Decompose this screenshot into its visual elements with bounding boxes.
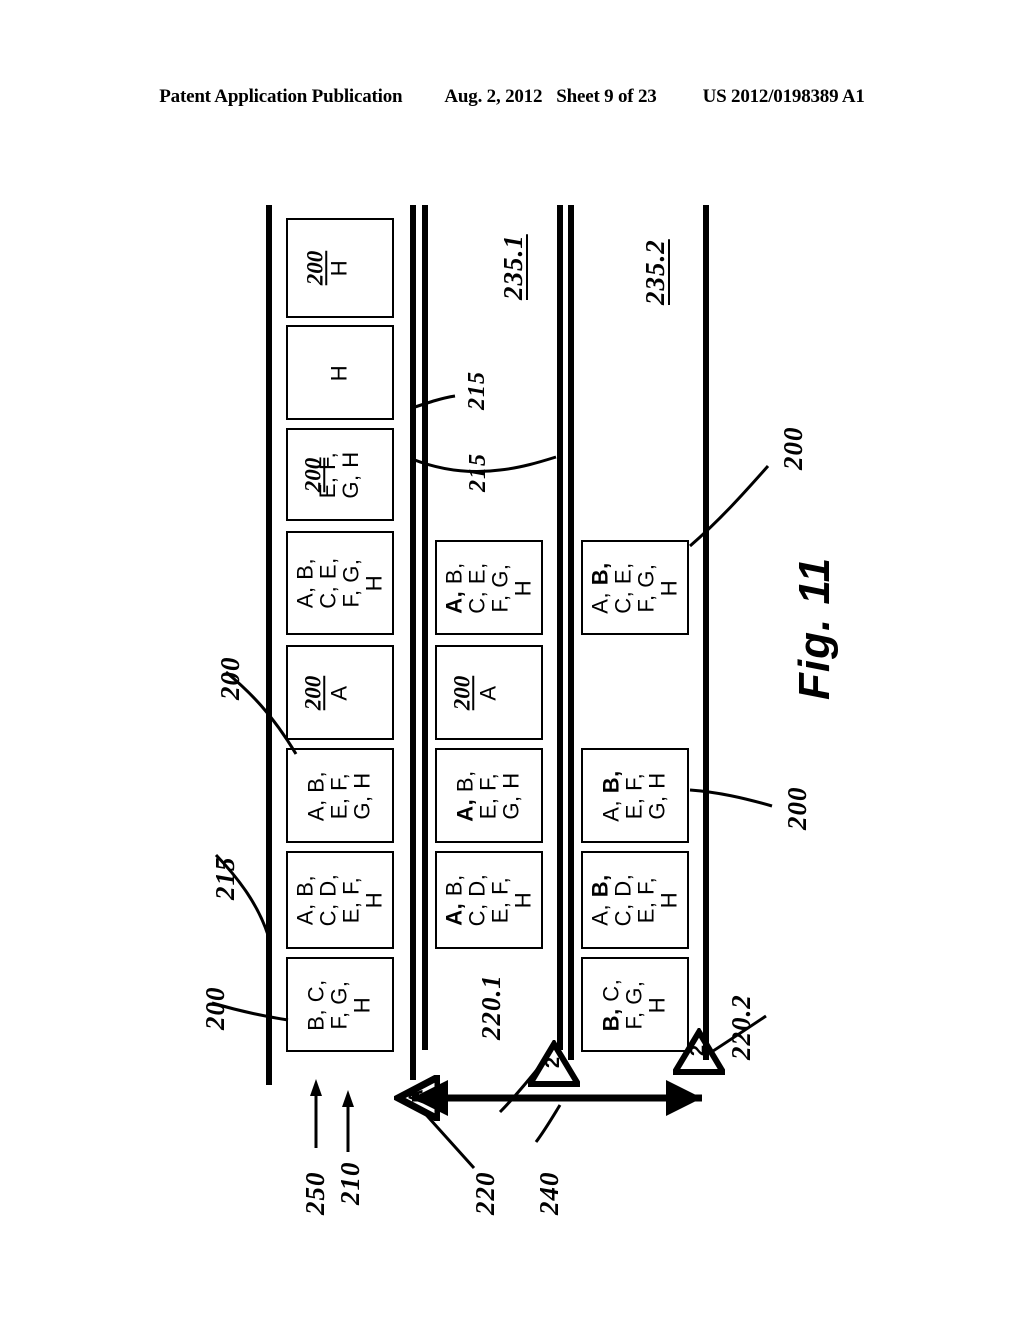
ref-250: 250 <box>300 1171 330 1216</box>
marker-2-1[interactable]: 2 <box>524 1038 584 1087</box>
patent-figure: H 200 H E, F, G, H 200 A, B, C, E, F, G, H A… <box>0 0 1024 1320</box>
ref-200-c: 200 <box>778 426 808 471</box>
ref-240: 240 <box>534 1171 564 1216</box>
ref-200-d: 200 <box>782 786 812 831</box>
ref-235-2: 235.2 <box>640 239 670 305</box>
marker-a[interactable]: A <box>390 1071 442 1125</box>
marker-2-2[interactable]: 2 <box>669 1026 729 1075</box>
ref-215-c: 215 <box>210 856 240 901</box>
ref-200-b: 200 <box>200 986 230 1031</box>
marker-2-1-label: 2 <box>542 1056 565 1069</box>
marker-a-label: A <box>405 1089 428 1104</box>
figure-caption: Fig. 11 <box>790 556 839 700</box>
ref-220-1: 220.1 <box>476 974 506 1040</box>
ref-200-a: 200 <box>215 656 245 701</box>
marker-2-2-label: 2 <box>687 1044 710 1057</box>
leader-lines <box>211 394 773 1169</box>
ref-220-2: 220.2 <box>726 994 756 1060</box>
ref-215-b: 215 <box>465 453 491 492</box>
ref-220: 220 <box>470 1171 500 1216</box>
ref-215-a: 215 <box>464 371 490 410</box>
ref-210: 210 <box>335 1161 365 1206</box>
ref-235-1: 235.1 <box>498 234 528 300</box>
